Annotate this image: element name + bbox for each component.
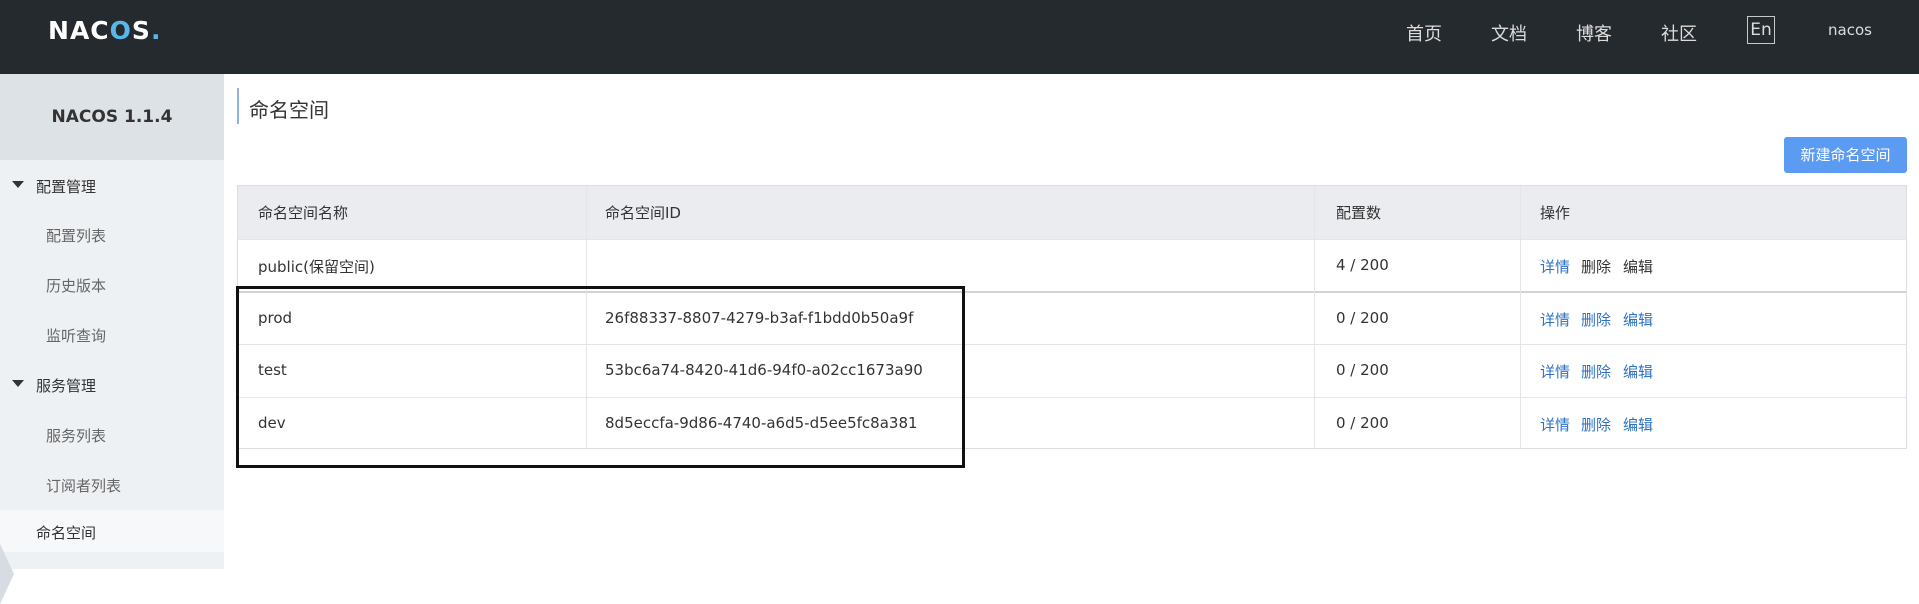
namespace-name: public(保留空间) xyxy=(258,258,375,276)
column-divider xyxy=(1520,186,1521,448)
logo-letter: O xyxy=(109,15,132,45)
sidebar-item-label: 监听查询 xyxy=(46,327,107,345)
sidebar-item-namespace[interactable]: 命名空间 xyxy=(0,510,224,552)
caret-down-icon xyxy=(12,181,24,188)
new-namespace-button[interactable]: 新建命名空间 xyxy=(1784,137,1907,173)
detail-link[interactable]: 详情 xyxy=(1540,256,1570,277)
column-header-count: 配置数 xyxy=(1336,204,1382,222)
sidebar-item-label: 服务列表 xyxy=(46,427,107,445)
sidebar-collapse-handle[interactable] xyxy=(0,544,14,604)
sidebar-group-label: 配置管理 xyxy=(36,178,97,196)
sidebar-item-label: 历史版本 xyxy=(46,277,107,295)
user-name[interactable]: nacos xyxy=(1828,21,1872,39)
sidebar-group-config[interactable]: 配置管理 xyxy=(0,168,224,202)
delete-link[interactable]: 删除 xyxy=(1581,309,1611,330)
config-count: 0 / 200 xyxy=(1336,309,1389,327)
detail-link[interactable]: 详情 xyxy=(1540,309,1570,330)
logo-letter: S xyxy=(131,15,151,45)
sidebar-group-label: 服务管理 xyxy=(36,377,97,395)
nacos-logo[interactable]: NACOS. xyxy=(48,15,161,45)
table-row: public(保留空间) 4 / 200 详情 删除 编辑 xyxy=(238,239,1906,293)
language-switch-button[interactable]: En xyxy=(1747,16,1775,44)
edit-link[interactable]: 编辑 xyxy=(1623,309,1653,330)
nav-home[interactable]: 首页 xyxy=(1406,20,1442,46)
sidebar-item-config-list[interactable]: 配置列表 xyxy=(0,217,224,251)
sidebar-item-service-list[interactable]: 服务列表 xyxy=(0,417,224,451)
sidebar-header: NACOS 1.1.4 xyxy=(0,74,224,160)
delete-link[interactable]: 删除 xyxy=(1581,361,1611,382)
column-header-name: 命名空间名称 xyxy=(258,204,349,222)
edit-link[interactable]: 编辑 xyxy=(1623,256,1653,277)
sidebar-item-label: 配置列表 xyxy=(46,227,107,245)
sidebar-item-listener-query[interactable]: 监听查询 xyxy=(0,317,224,351)
sidebar-item-history[interactable]: 历史版本 xyxy=(0,267,224,301)
delete-link[interactable]: 删除 xyxy=(1581,256,1611,277)
nav-blog[interactable]: 博客 xyxy=(1576,20,1612,46)
highlight-box xyxy=(236,286,965,468)
sidebar: NACOS 1.1.4 配置管理 配置列表 历史版本 监听查询 服务管理 服务列… xyxy=(0,74,224,604)
config-count: 0 / 200 xyxy=(1336,361,1389,379)
config-count: 0 / 200 xyxy=(1336,414,1389,432)
config-count: 4 / 200 xyxy=(1336,256,1389,274)
column-header-id: 命名空间ID xyxy=(605,204,681,222)
table-header: 命名空间名称 命名空间ID 配置数 操作 xyxy=(238,186,1906,239)
logo-letter: N xyxy=(48,15,70,45)
column-header-actions: 操作 xyxy=(1540,204,1571,222)
sidebar-item-subscriber-list[interactable]: 订阅者列表 xyxy=(0,467,224,501)
caret-down-icon xyxy=(12,380,24,387)
page-title: 命名空间 xyxy=(249,98,329,122)
logo-letter: A xyxy=(69,15,91,45)
edit-link[interactable]: 编辑 xyxy=(1623,361,1653,382)
detail-link[interactable]: 详情 xyxy=(1540,361,1570,382)
sidebar-item-label: 命名空间 xyxy=(36,524,97,542)
nav-community[interactable]: 社区 xyxy=(1661,20,1697,46)
edit-link[interactable]: 编辑 xyxy=(1623,414,1653,435)
app-version-title: NACOS 1.1.4 xyxy=(51,107,173,127)
top-header: NACOS. 首页 文档 博客 社区 En nacos xyxy=(0,0,1919,74)
logo-dot: . xyxy=(150,15,162,45)
page-title-block: 命名空间 xyxy=(237,88,329,124)
nav-docs[interactable]: 文档 xyxy=(1491,20,1527,46)
sidebar-group-service[interactable]: 服务管理 xyxy=(0,367,224,401)
detail-link[interactable]: 详情 xyxy=(1540,414,1570,435)
sidebar-item-label: 订阅者列表 xyxy=(46,477,122,495)
delete-link[interactable]: 删除 xyxy=(1581,414,1611,435)
column-divider xyxy=(1314,186,1315,448)
logo-letter: C xyxy=(90,15,110,45)
